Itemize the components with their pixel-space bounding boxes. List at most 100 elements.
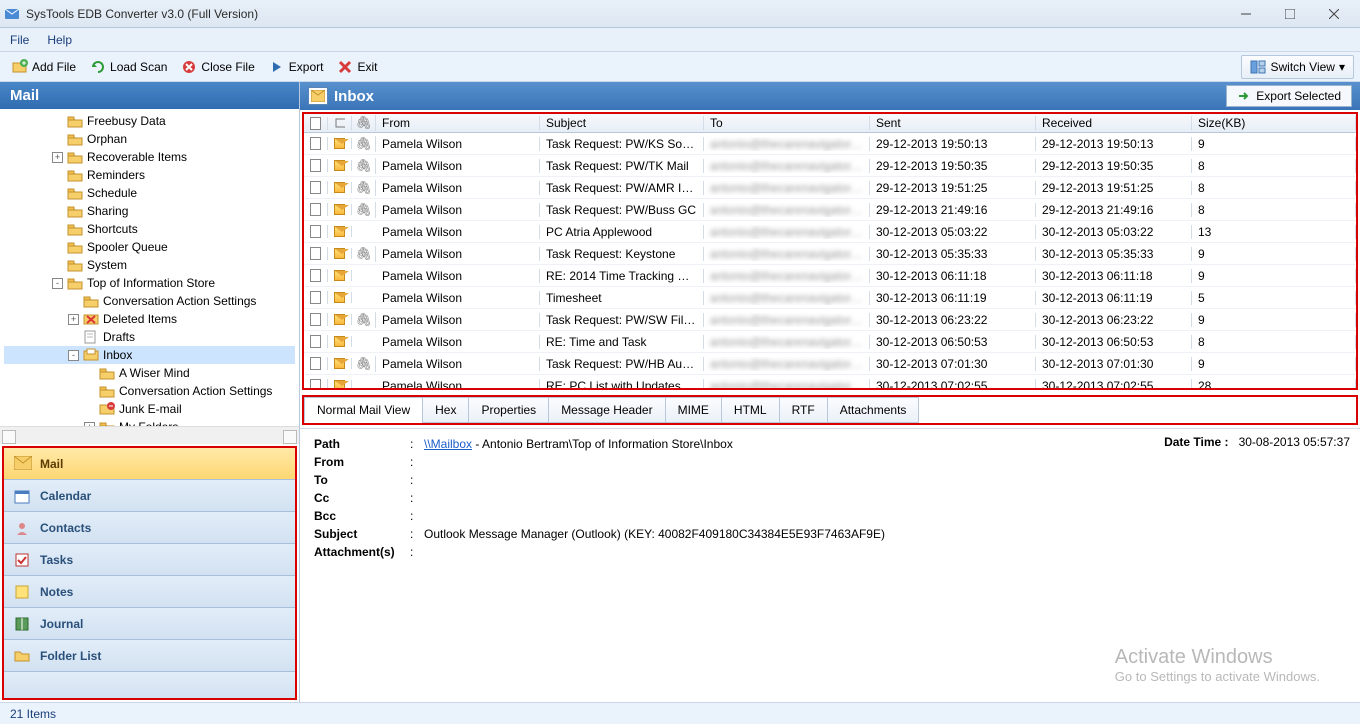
tab-mime[interactable]: MIME	[665, 397, 722, 423]
tab-properties[interactable]: Properties	[468, 397, 549, 423]
tree-horizontal-scrollbar[interactable]	[0, 426, 299, 444]
tab-rtf[interactable]: RTF	[779, 397, 828, 423]
row-checkbox[interactable]	[310, 181, 321, 194]
row-subject: Task Request: PW/HB Audiol...	[540, 357, 704, 371]
mail-row[interactable]: Pamela WilsonPC Atria Applewoodantonio@t…	[304, 221, 1356, 243]
mail-row[interactable]: Pamela WilsonRE: PC List with Updatesant…	[304, 375, 1356, 388]
nav-item-notes[interactable]: Notes	[4, 576, 295, 608]
mail-grid[interactable]: 🖇Pamela WilsonTask Request: PW/KS Social…	[304, 133, 1356, 388]
exit-button[interactable]: Exit	[331, 57, 383, 77]
mail-row[interactable]: 🖇Pamela WilsonTask Request: Keystoneanto…	[304, 243, 1356, 265]
header-to[interactable]: To	[704, 116, 870, 130]
mail-row[interactable]: Pamela WilsonTimesheetantonio@thecarenav…	[304, 287, 1356, 309]
tree-item[interactable]: Sharing	[4, 202, 295, 220]
switch-view-dropdown[interactable]: Switch View ▾	[1241, 55, 1354, 79]
header-subject[interactable]: Subject	[540, 116, 704, 130]
row-size: 9	[1192, 137, 1356, 151]
header-type-icon[interactable]	[328, 116, 352, 130]
mail-row[interactable]: 🖇Pamela WilsonTask Request: PW/KS Social…	[304, 133, 1356, 155]
mail-row[interactable]: Pamela WilsonRE: Time and Taskantonio@th…	[304, 331, 1356, 353]
folder-tree[interactable]: Freebusy DataOrphan+Recoverable ItemsRem…	[0, 109, 299, 426]
tree-item[interactable]: Junk E-mail	[4, 400, 295, 418]
mail-row[interactable]: 🖇Pamela WilsonTask Request: PW/Buss GCan…	[304, 199, 1356, 221]
expand-toggle[interactable]: -	[52, 278, 63, 289]
minimize-button[interactable]	[1224, 0, 1268, 28]
header-checkbox[interactable]	[304, 117, 328, 130]
row-checkbox[interactable]	[310, 137, 321, 150]
tree-item[interactable]: +Deleted Items	[4, 310, 295, 328]
header-attachment-icon[interactable]: 🖇	[352, 115, 376, 131]
menu-help[interactable]: Help	[47, 33, 72, 47]
tree-item[interactable]: Conversation Action Settings	[4, 382, 295, 400]
row-checkbox[interactable]	[310, 269, 321, 282]
tree-item[interactable]: Schedule	[4, 184, 295, 202]
mail-type-icon	[328, 160, 352, 171]
export-selected-button[interactable]: Export Selected	[1226, 85, 1352, 107]
tree-item[interactable]: +Recoverable Items	[4, 148, 295, 166]
tab-normal-mail-view[interactable]: Normal Mail View	[304, 397, 423, 423]
tree-item[interactable]: A Wiser Mind	[4, 364, 295, 382]
row-checkbox[interactable]	[310, 203, 321, 216]
nav-item-tasks[interactable]: Tasks	[4, 544, 295, 576]
tab-message-header[interactable]: Message Header	[548, 397, 665, 423]
path-link[interactable]: \\Mailbox	[424, 437, 472, 451]
row-checkbox[interactable]	[310, 313, 321, 326]
load-scan-button[interactable]: Load Scan	[84, 57, 173, 77]
header-size[interactable]: Size(KB)	[1192, 116, 1356, 130]
row-received: 30-12-2013 06:23:22	[1036, 313, 1192, 327]
mail-row[interactable]: 🖇Pamela WilsonTask Request: PW/SW File t…	[304, 309, 1356, 331]
mail-row[interactable]: Pamela WilsonRE: 2014 Time Tracking Cynt…	[304, 265, 1356, 287]
export-button[interactable]: Export	[263, 57, 330, 77]
tree-item[interactable]: +My Folders	[4, 418, 295, 426]
tree-item[interactable]: - Inbox	[4, 346, 295, 364]
expand-toggle[interactable]: +	[68, 314, 79, 325]
subject-label: Subject	[310, 525, 406, 543]
nav-item-mail[interactable]: Mail	[4, 448, 295, 480]
add-file-button[interactable]: Add File	[6, 57, 82, 77]
row-checkbox[interactable]	[310, 357, 321, 370]
tree-label: Inbox	[103, 348, 132, 362]
close-file-button[interactable]: Close File	[175, 57, 260, 77]
row-checkbox[interactable]	[310, 159, 321, 172]
tree-item[interactable]: Orphan	[4, 130, 295, 148]
row-checkbox[interactable]	[310, 247, 321, 260]
tree-item[interactable]: Freebusy Data	[4, 112, 295, 130]
mail-row[interactable]: 🖇Pamela WilsonTask Request: PW/AMR Invoi…	[304, 177, 1356, 199]
menu-bar: File Help	[0, 28, 1360, 52]
nav-item-folder[interactable]: Folder List	[4, 640, 295, 672]
header-sent[interactable]: Sent	[870, 116, 1036, 130]
tab-hex[interactable]: Hex	[422, 397, 469, 423]
attachment-icon: 🖇	[352, 202, 376, 218]
mail-row[interactable]: 🖇Pamela WilsonTask Request: PW/HB Audiol…	[304, 353, 1356, 375]
datetime-label: Date Time :	[1164, 435, 1228, 449]
row-checkbox[interactable]	[310, 379, 321, 388]
mail-row[interactable]: 🖇Pamela WilsonTask Request: PW/TK Mailan…	[304, 155, 1356, 177]
row-checkbox[interactable]	[310, 225, 321, 238]
expand-toggle[interactable]: -	[68, 350, 79, 361]
expand-toggle[interactable]: +	[52, 152, 63, 163]
row-checkbox[interactable]	[310, 291, 321, 304]
tree-item[interactable]: Spooler Queue	[4, 238, 295, 256]
tree-item[interactable]: Drafts	[4, 328, 295, 346]
tree-item[interactable]: Shortcuts	[4, 220, 295, 238]
row-checkbox[interactable]	[310, 335, 321, 348]
header-from[interactable]: From	[376, 116, 540, 130]
maximize-button[interactable]	[1268, 0, 1312, 28]
attachment-icon: 🖇	[352, 356, 376, 372]
tree-item[interactable]: System	[4, 256, 295, 274]
folder-icon	[99, 384, 115, 398]
tree-item[interactable]: Reminders	[4, 166, 295, 184]
tree-item[interactable]: -Top of Information Store	[4, 274, 295, 292]
nav-item-journal[interactable]: Journal	[4, 608, 295, 640]
tree-item[interactable]: Conversation Action Settings	[4, 292, 295, 310]
menu-file[interactable]: File	[10, 33, 29, 47]
folder-icon	[83, 312, 99, 326]
row-from: Pamela Wilson	[376, 247, 540, 261]
tab-attachments[interactable]: Attachments	[827, 397, 920, 423]
row-size: 8	[1192, 203, 1356, 217]
tab-html[interactable]: HTML	[721, 397, 780, 423]
nav-item-calendar[interactable]: Calendar	[4, 480, 295, 512]
close-button[interactable]	[1312, 0, 1356, 28]
header-received[interactable]: Received	[1036, 116, 1192, 130]
nav-item-contacts[interactable]: Contacts	[4, 512, 295, 544]
